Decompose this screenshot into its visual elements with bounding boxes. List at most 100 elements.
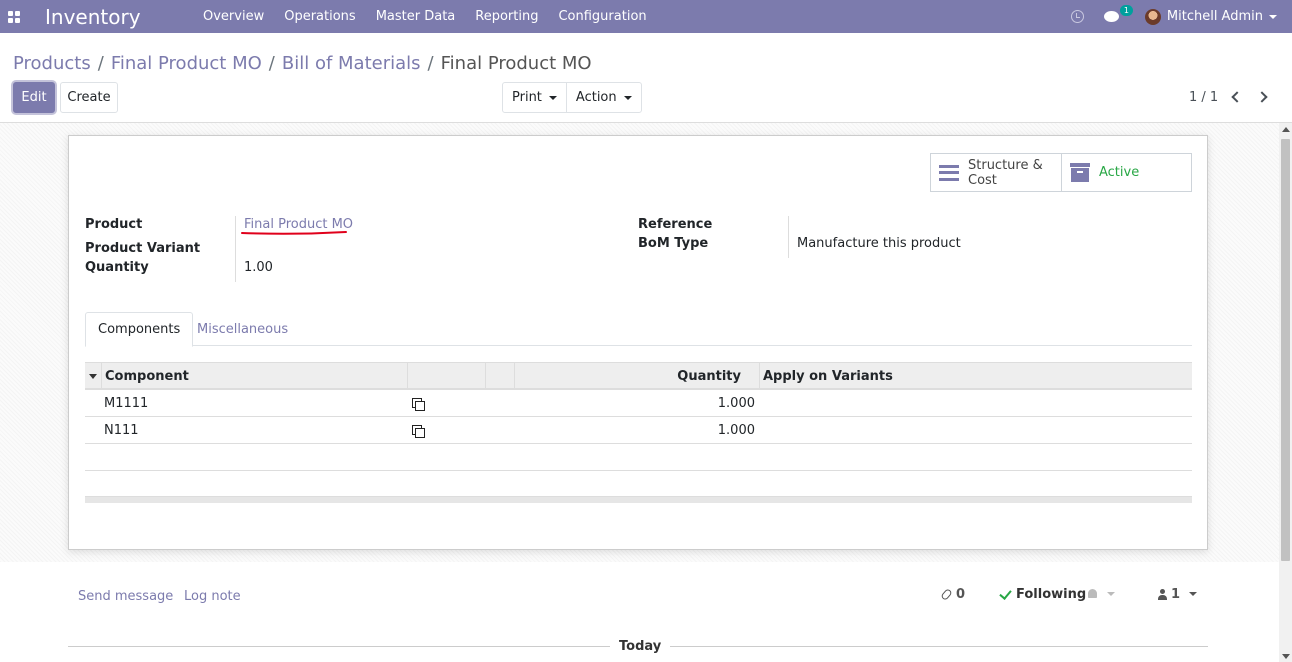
breadcrumb: Products / Final Product MO / Bill of Ma… [13, 53, 592, 74]
breadcrumb-separator: / [97, 53, 104, 74]
caret-down-icon [89, 373, 97, 379]
tab-components[interactable]: Components [85, 312, 194, 347]
quantity-cell[interactable]: 1.000 [514, 390, 755, 417]
copy-icon-button[interactable] [412, 390, 425, 417]
table-row[interactable]: N111 1.000 [85, 417, 1192, 444]
button-box: Structure & Cost Active [930, 153, 1192, 192]
action-label: Action [575, 90, 617, 105]
action-dropdown[interactable]: Action [565, 83, 641, 112]
quantity-value[interactable]: 1.00 [244, 260, 273, 275]
structure-cost-button[interactable]: Structure & Cost [931, 154, 1061, 191]
active-toggle-button[interactable]: Active [1061, 154, 1191, 191]
structure-cost-line2: Cost [968, 172, 997, 188]
breadcrumb-separator: / [268, 53, 275, 74]
paperclip-icon[interactable] [940, 588, 953, 601]
handle-column-header[interactable] [89, 363, 97, 389]
control-panel: Products / Final Product MO / Bill of Ma… [0, 40, 1292, 123]
form-sheet: Structure & Cost Active Product Product … [68, 135, 1208, 550]
caret-down-icon[interactable] [1107, 592, 1115, 596]
structure-cost-label: Structure & Cost [968, 158, 1043, 188]
top-navbar: Inventory Overview Operations Master Dat… [0, 0, 1292, 33]
notebook-tabs: Components Miscellaneous [85, 312, 1192, 347]
bom-type-label: BoM Type [638, 236, 709, 251]
quantity-cell[interactable]: 1.000 [514, 417, 755, 444]
app-brand[interactable]: Inventory [45, 5, 193, 29]
log-note-button[interactable]: Log note [184, 589, 241, 604]
table-row[interactable]: M1111 1.000 [85, 390, 1192, 417]
send-message-button[interactable]: Send message [78, 589, 173, 604]
breadcrumb-bom[interactable]: Bill of Materials [282, 53, 421, 74]
print-dropdown[interactable]: Print [503, 83, 566, 112]
breadcrumb-current: Final Product MO [440, 53, 592, 74]
red-underline-annotation [241, 231, 347, 235]
apps-menu-icon[interactable] [0, 0, 28, 33]
user-icon [1158, 589, 1167, 600]
component-cell[interactable]: M1111 [104, 390, 148, 417]
caret-down-icon [623, 95, 632, 100]
copy-icon [412, 397, 425, 411]
archive-icon [1070, 163, 1090, 182]
component-cell[interactable]: N111 [104, 417, 139, 444]
chat-badge: 1 [1119, 5, 1133, 16]
today-label: Today [610, 639, 671, 654]
quantity-column-header[interactable]: Quantity [514, 363, 741, 389]
chat-icon [1103, 11, 1119, 22]
column-separator [101, 363, 102, 389]
chevron-down-icon[interactable] [1269, 14, 1277, 19]
field-divider [235, 216, 236, 282]
apply-variants-column-header[interactable]: Apply on Variants [763, 363, 893, 389]
breadcrumb-separator: / [427, 53, 434, 74]
systray: 1 Mitchell Admin [1070, 0, 1292, 33]
messaging-menu[interactable]: 1 [1103, 5, 1133, 22]
product-variant-label: Product Variant [85, 241, 201, 256]
scroll-up-icon[interactable] [1282, 127, 1290, 132]
reference-label: Reference [638, 217, 713, 232]
bell-icon[interactable] [1088, 589, 1097, 598]
caret-down-icon [548, 95, 557, 100]
chatter: Send message Log note 0 Following 1 Toda… [0, 562, 1279, 662]
component-column-header[interactable]: Component [105, 363, 189, 389]
active-label: Active [1099, 165, 1140, 180]
column-separator [485, 363, 486, 389]
chevron-right-icon[interactable] [1256, 91, 1268, 103]
scrollbar[interactable] [1279, 123, 1292, 662]
breadcrumb-product[interactable]: Final Product MO [111, 53, 262, 74]
tab-miscellaneous[interactable]: Miscellaneous [185, 312, 300, 346]
menu-master-data[interactable]: Master Data [366, 0, 466, 33]
column-separator [759, 363, 760, 389]
quantity-label: Quantity [85, 260, 149, 275]
edit-button[interactable]: Edit [13, 82, 55, 113]
caret-down-icon[interactable] [1189, 592, 1197, 596]
user-name[interactable]: Mitchell Admin [1167, 9, 1263, 24]
avatar[interactable] [1144, 8, 1161, 25]
product-label: Product [85, 217, 143, 232]
following-button[interactable]: Following [1016, 587, 1086, 602]
table-footer [85, 496, 1192, 503]
copy-icon-button[interactable] [412, 417, 425, 444]
action-buttons: Print Action [502, 82, 642, 113]
menu-configuration[interactable]: Configuration [548, 0, 656, 33]
scroll-down-icon[interactable] [1282, 654, 1290, 659]
structure-cost-line1: Structure & [968, 157, 1043, 173]
print-label: Print [512, 90, 542, 105]
main-menu: Overview Operations Master Data Reportin… [193, 0, 657, 33]
copy-icon [412, 424, 425, 438]
create-button[interactable]: Create [60, 82, 118, 113]
check-icon [999, 587, 1012, 600]
clock-icon[interactable] [1070, 10, 1084, 23]
follower-count[interactable]: 1 [1171, 587, 1180, 602]
components-table: Component Quantity Apply on Variants M11… [85, 362, 1192, 503]
pager-value[interactable]: 1 / 1 [1189, 90, 1218, 105]
menu-reporting[interactable]: Reporting [465, 0, 548, 33]
menu-operations[interactable]: Operations [274, 0, 365, 33]
field-divider [788, 216, 789, 258]
empty-table-row [85, 444, 1192, 471]
scroll-thumb[interactable] [1281, 139, 1290, 561]
table-header: Component Quantity Apply on Variants [85, 362, 1192, 390]
chevron-left-icon[interactable] [1231, 91, 1243, 103]
attachment-count[interactable]: 0 [956, 587, 965, 602]
breadcrumb-products[interactable]: Products [13, 53, 91, 74]
column-separator [407, 363, 408, 389]
menu-overview[interactable]: Overview [193, 0, 274, 33]
bom-type-value[interactable]: Manufacture this product [797, 236, 961, 251]
